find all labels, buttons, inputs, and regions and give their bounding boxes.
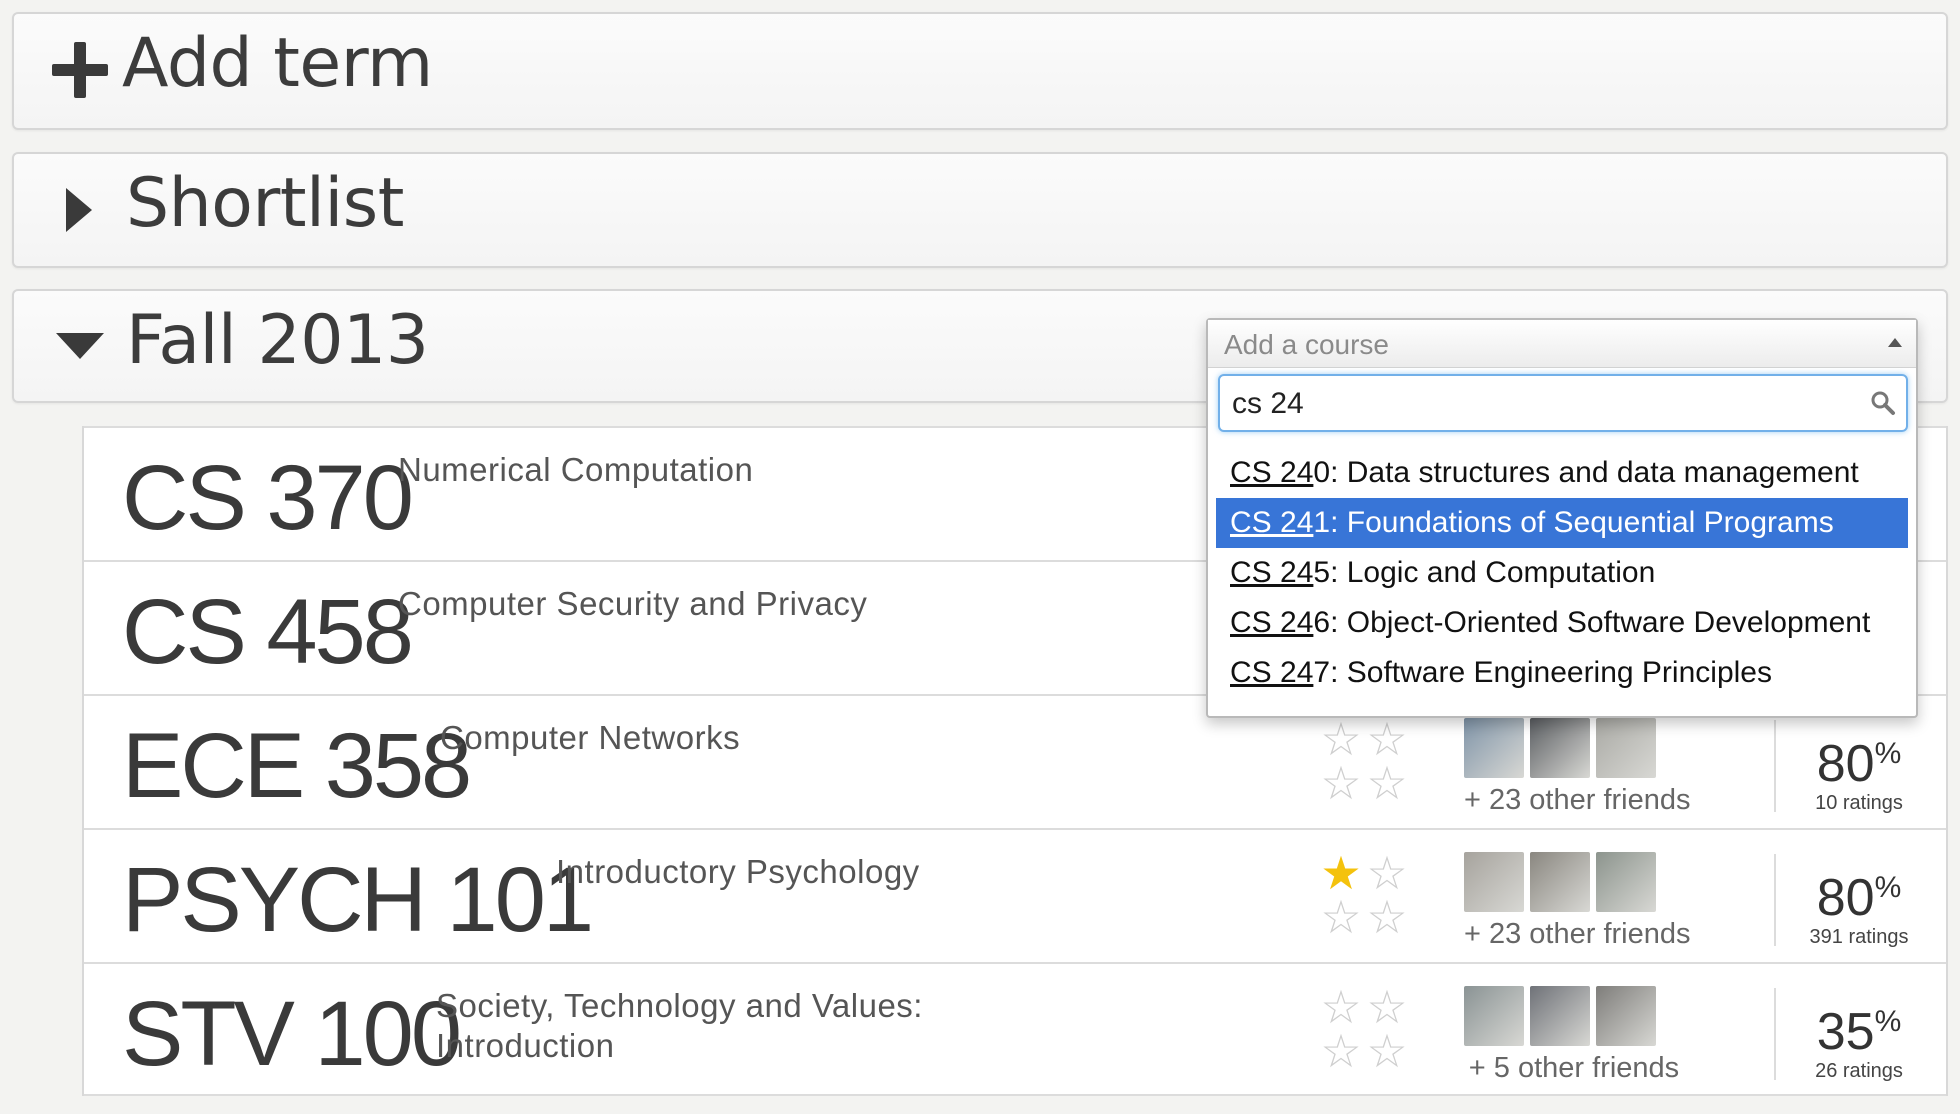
term-label: Fall 2013: [126, 301, 429, 380]
friend-avatar[interactable]: [1464, 986, 1524, 1046]
star-empty-icon[interactable]: ☆: [1362, 1028, 1412, 1074]
plus-icon: [52, 42, 108, 98]
result-text: 0: Data structures and data management: [1313, 456, 1859, 489]
course-rating: 35% 26 ratings: [1784, 994, 1934, 1083]
course-name: Computer Networks: [440, 719, 741, 756]
result-match: CS 24: [1230, 556, 1314, 589]
star-empty-icon[interactable]: ☆: [1316, 760, 1366, 806]
course-row[interactable]: PSYCH 101 Introductory Psychology ★ ☆ ☆ ☆ +…: [84, 828, 1946, 962]
friend-avatar[interactable]: [1530, 986, 1590, 1046]
course-code: PSYCH 101: [122, 849, 594, 951]
course-name-line: Introduction: [436, 1027, 615, 1064]
course-code: STV 100: [122, 983, 462, 1085]
friend-avatar[interactable]: [1530, 852, 1590, 912]
course-search-box[interactable]: [1218, 374, 1908, 432]
course-search-input[interactable]: [1232, 384, 1832, 424]
search-icon: [1871, 391, 1895, 415]
friend-avatar[interactable]: [1596, 986, 1656, 1046]
percent-sign: %: [1874, 737, 1902, 770]
result-text: 1: Foundations of Sequential Programs: [1313, 506, 1834, 539]
course-result[interactable]: CS 247: Software Engineering Principles: [1216, 648, 1908, 698]
rating-divider: [1774, 988, 1776, 1080]
friend-avatar[interactable]: [1464, 718, 1524, 778]
caret-down-icon: [56, 333, 104, 359]
result-match: CS 24: [1230, 656, 1314, 689]
add-course-select[interactable]: Add a course: [1208, 320, 1916, 368]
add-term-label: Add term: [122, 24, 433, 103]
rating-percent: 35: [1816, 1003, 1875, 1061]
star-empty-icon[interactable]: ☆: [1362, 760, 1412, 806]
result-match: CS 24: [1230, 606, 1314, 639]
rating-divider: [1774, 854, 1776, 946]
star-empty-icon[interactable]: ☆: [1316, 894, 1366, 940]
course-name-line: Society, Technology and Values:: [436, 987, 923, 1024]
course-code: ECE 358: [122, 715, 472, 817]
percent-sign: %: [1874, 871, 1902, 904]
friend-avatar[interactable]: [1596, 718, 1656, 778]
result-text: 7: Software Engineering Principles: [1313, 656, 1772, 689]
rating-count: 391 ratings: [1809, 926, 1909, 948]
friend-avatar[interactable]: [1596, 852, 1656, 912]
percent-sign: %: [1874, 1005, 1902, 1038]
course-rating: 80% 10 ratings: [1784, 726, 1934, 815]
course-search-results: CS 240: Data structures and data managem…: [1216, 448, 1908, 698]
star-rating[interactable]: ☆ ☆ ☆ ☆: [1316, 984, 1426, 1094]
shortlist-label: Shortlist: [126, 164, 404, 243]
result-match: CS 24: [1230, 506, 1314, 539]
friends-taking[interactable]: + 23 other friends: [1464, 718, 1691, 817]
caret-up-icon: [1888, 338, 1902, 347]
result-text: 6: Object-Oriented Software Development: [1313, 606, 1871, 639]
add-term-panel[interactable]: Add term: [12, 12, 1948, 130]
caret-right-icon: [66, 188, 92, 232]
result-text: 5: Logic and Computation: [1313, 556, 1656, 589]
other-friends-count[interactable]: + 23 other friends: [1464, 784, 1691, 817]
friends-taking[interactable]: + 5 other friends: [1464, 986, 1684, 1085]
add-course-dropdown[interactable]: Add a course CS 240: Data structures and…: [1206, 318, 1918, 718]
course-rating: 80% 391 ratings: [1784, 860, 1934, 949]
other-friends-count[interactable]: + 5 other friends: [1464, 1052, 1684, 1085]
course-name: Computer Security and Privacy: [398, 585, 868, 622]
course-result[interactable]: CS 246: Object-Oriented Software Develop…: [1216, 598, 1908, 648]
friends-taking[interactable]: + 23 other friends: [1464, 852, 1691, 951]
friend-avatars: [1464, 986, 1684, 1046]
course-result-highlighted[interactable]: CS 241: Foundations of Sequential Progra…: [1216, 498, 1908, 548]
course-name: Numerical Computation: [398, 451, 754, 488]
course-code: CS 458: [122, 581, 414, 683]
course-name: Society, Technology and Values: Introduc…: [436, 986, 923, 1066]
other-friends-count[interactable]: + 23 other friends: [1464, 918, 1691, 951]
rating-divider: [1774, 720, 1776, 812]
friend-avatars: [1464, 718, 1684, 778]
star-rating[interactable]: ☆ ☆ ☆ ☆: [1316, 716, 1426, 826]
star-rating[interactable]: ★ ☆ ☆ ☆: [1316, 850, 1426, 960]
friend-avatar[interactable]: [1530, 718, 1590, 778]
star-empty-icon[interactable]: ☆: [1316, 1028, 1366, 1074]
rating-count: 26 ratings: [1815, 1060, 1903, 1082]
friend-avatar[interactable]: [1464, 852, 1524, 912]
course-result[interactable]: CS 245: Logic and Computation: [1216, 548, 1908, 598]
course-row[interactable]: STV 100 Society, Technology and Values: …: [84, 962, 1946, 1096]
course-code: CS 370: [122, 447, 414, 549]
rating-percent: 80: [1816, 869, 1875, 927]
rating-count: 10 ratings: [1815, 792, 1903, 814]
course-result[interactable]: CS 240: Data structures and data managem…: [1216, 448, 1908, 498]
rating-percent: 80: [1816, 735, 1875, 793]
result-match: CS 24: [1230, 456, 1314, 489]
add-course-placeholder: Add a course: [1224, 329, 1389, 360]
star-empty-icon[interactable]: ☆: [1362, 894, 1412, 940]
friend-avatars: [1464, 852, 1684, 912]
course-name: Introductory Psychology: [556, 853, 920, 890]
shortlist-panel[interactable]: Shortlist: [12, 152, 1948, 268]
